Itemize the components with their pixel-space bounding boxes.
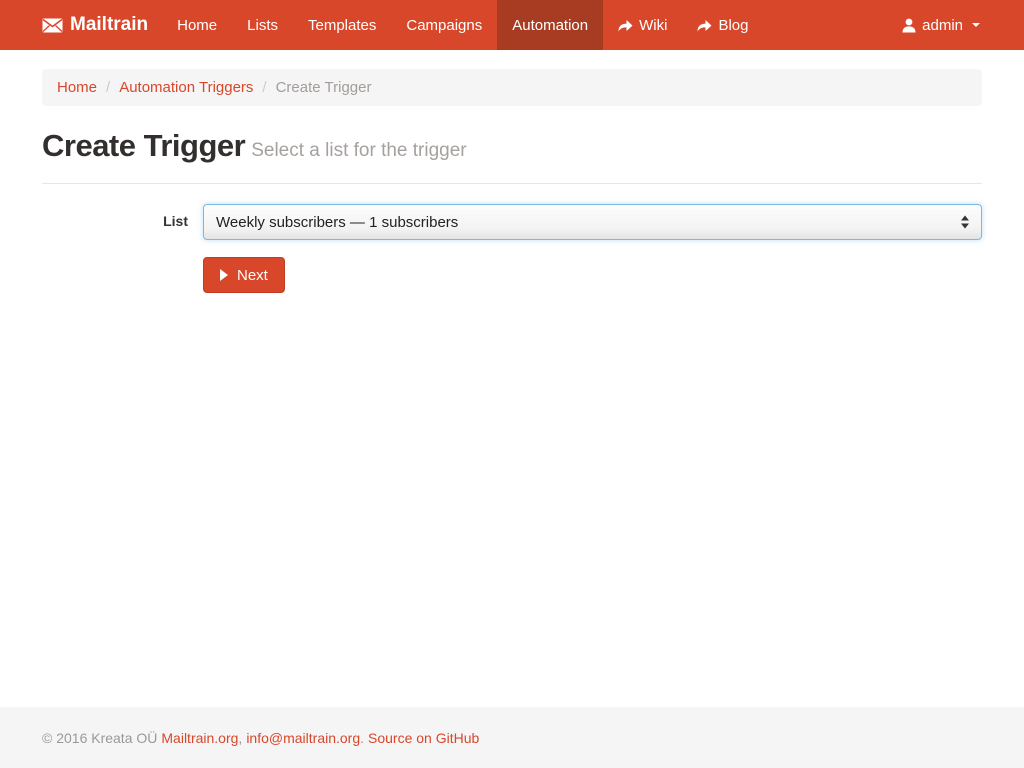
- list-label: List: [42, 204, 203, 229]
- next-button-label: Next: [237, 267, 268, 284]
- list-select-value: Weekly subscribers — 1 subscribers: [216, 214, 458, 231]
- nav-item-home[interactable]: Home: [162, 0, 232, 50]
- breadcrumb-separator: /: [106, 79, 110, 96]
- create-trigger-form: List Weekly subscribers — 1 subscribers …: [42, 204, 982, 293]
- nav-item-templates[interactable]: Templates: [293, 0, 391, 50]
- source-github-link[interactable]: Source on GitHub: [368, 730, 479, 746]
- mailtrain-org-link[interactable]: Mailtrain.org: [161, 730, 238, 746]
- breadcrumb-separator: /: [262, 79, 266, 96]
- footer-separator: .: [360, 730, 364, 746]
- footer-separator: ,: [238, 730, 242, 746]
- caret-down-icon: [972, 23, 980, 27]
- page-title: Create TriggerSelect a list for the trig…: [42, 128, 982, 164]
- breadcrumb-home[interactable]: Home: [57, 79, 97, 96]
- brand-logo[interactable]: Mailtrain: [42, 0, 162, 50]
- nav-item-campaigns[interactable]: Campaigns: [391, 0, 497, 50]
- brand-label: Mailtrain: [70, 14, 148, 36]
- share-arrow-icon: [618, 19, 633, 32]
- nav-item-blog[interactable]: Blog: [682, 0, 763, 50]
- nav-item-automation[interactable]: Automation: [497, 0, 603, 50]
- nav-item-wiki[interactable]: Wiki: [603, 0, 682, 50]
- header-divider: [42, 183, 982, 184]
- envelope-icon: [42, 18, 63, 33]
- play-icon: [220, 269, 228, 281]
- breadcrumb: Home / Automation Triggers / Create Trig…: [42, 69, 982, 106]
- breadcrumb-automation-triggers[interactable]: Automation Triggers: [119, 79, 253, 96]
- contact-email-link[interactable]: info@mailtrain.org: [246, 730, 360, 746]
- list-select[interactable]: Weekly subscribers — 1 subscribers: [203, 204, 982, 240]
- user-label: admin: [922, 17, 963, 34]
- next-button[interactable]: Next: [203, 257, 285, 293]
- navbar: Mailtrain Home Lists Templates Campaigns…: [0, 0, 1024, 50]
- user-menu[interactable]: admin: [887, 0, 982, 50]
- footer: © 2016 Kreata OÜMailtrain.org,info@mailt…: [0, 707, 1024, 768]
- page-subtitle: Select a list for the trigger: [251, 140, 466, 161]
- main-nav: Home Lists Templates Campaigns Automatio…: [162, 0, 763, 50]
- share-arrow-icon: [697, 19, 712, 32]
- copyright-text: © 2016 Kreata OÜ: [42, 730, 157, 746]
- select-arrows-icon: [961, 216, 969, 229]
- main-content: Home / Automation Triggers / Create Trig…: [27, 50, 997, 293]
- user-icon: [902, 18, 916, 33]
- nav-item-lists[interactable]: Lists: [232, 0, 293, 50]
- breadcrumb-current: Create Trigger: [276, 79, 372, 96]
